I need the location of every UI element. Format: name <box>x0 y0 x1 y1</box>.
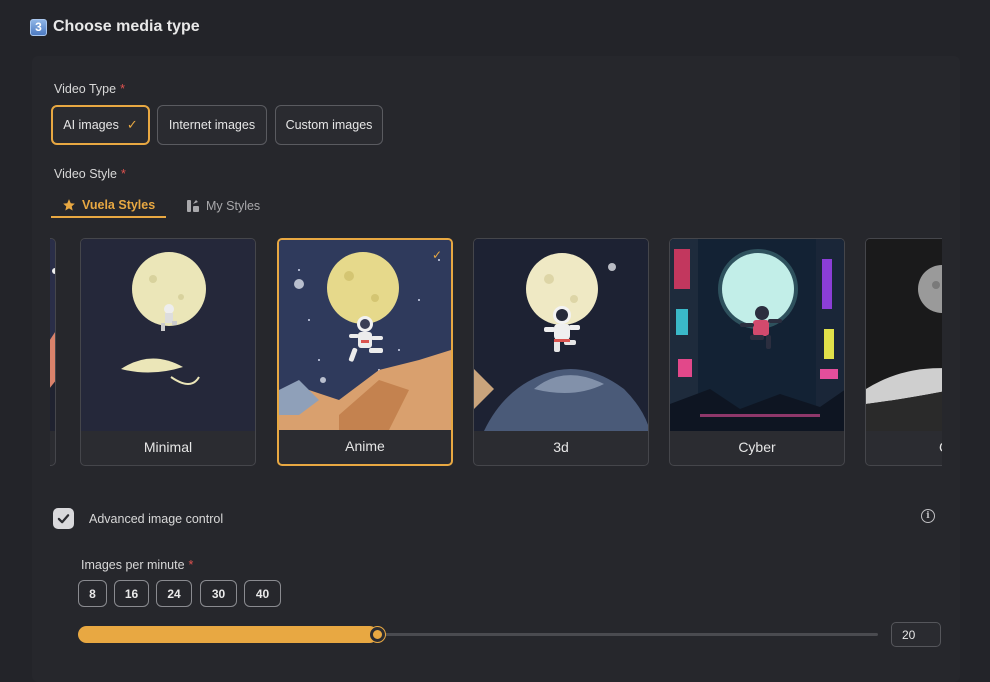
style-card-partial-previous[interactable] <box>50 238 56 466</box>
preset-chip-8[interactable]: 8 <box>78 580 107 607</box>
custom-images-button[interactable]: Custom images <box>275 105 383 145</box>
advanced-image-control-checkbox[interactable] <box>53 508 74 529</box>
checkmark-icon <box>57 514 70 524</box>
style-card-label: Cyber <box>738 439 776 455</box>
style-card-minimal[interactable]: Minimal <box>80 238 256 466</box>
video-style-label: Video Style * <box>54 167 126 181</box>
preset-chip-30[interactable]: 30 <box>200 580 237 607</box>
style-preview-image <box>670 239 844 431</box>
internet-images-button[interactable]: Internet images <box>157 105 267 145</box>
style-preview-image <box>50 239 55 431</box>
ai-images-button[interactable]: AI images ✓ <box>51 105 150 145</box>
style-preview-image <box>866 239 942 431</box>
check-icon: ✓ <box>126 117 138 132</box>
style-carousel: Minimal ✓ Anime 3d Cyber <box>50 236 942 472</box>
preset-chip-16[interactable]: 16 <box>114 580 149 607</box>
style-preview-image <box>81 239 255 431</box>
style-card-label: 3d <box>553 439 569 455</box>
section-title-text: Choose media type <box>53 18 200 35</box>
video-type-label: Video Type * <box>54 82 125 96</box>
my-styles-icon <box>187 200 199 212</box>
style-card-label: Clas <box>866 429 942 465</box>
star-icon <box>63 199 75 211</box>
style-card-label: Anime <box>345 438 385 454</box>
tab-my-styles[interactable]: My Styles <box>175 194 271 218</box>
style-card-cyber[interactable]: Cyber <box>669 238 845 466</box>
style-card-3d[interactable]: 3d <box>473 238 649 466</box>
style-card-classic[interactable]: Clas <box>865 238 942 466</box>
required-mark: * <box>120 82 125 96</box>
preset-chip-40[interactable]: 40 <box>244 580 281 607</box>
section-title: 3 Choose media type <box>30 18 200 36</box>
style-preview-image <box>474 239 648 431</box>
tab-vuela-styles[interactable]: Vuela Styles <box>51 194 167 218</box>
slider-handle[interactable] <box>370 627 385 642</box>
style-card-label: Minimal <box>143 439 193 455</box>
required-mark: * <box>188 558 194 572</box>
images-per-minute-label: Images per minute * <box>81 558 194 572</box>
keycap-number-badge: 3 <box>30 18 47 36</box>
slider-fill <box>78 626 378 643</box>
advanced-image-control-label: Advanced image control <box>89 512 224 526</box>
preset-chip-24[interactable]: 24 <box>156 580 192 607</box>
style-card-anime[interactable]: ✓ Anime <box>277 238 453 466</box>
info-icon[interactable]: i <box>921 509 935 523</box>
images-per-minute-input[interactable] <box>891 622 941 647</box>
required-mark: * <box>121 167 126 181</box>
style-preview-image <box>279 240 451 432</box>
selected-check-icon: ✓ <box>431 248 442 262</box>
